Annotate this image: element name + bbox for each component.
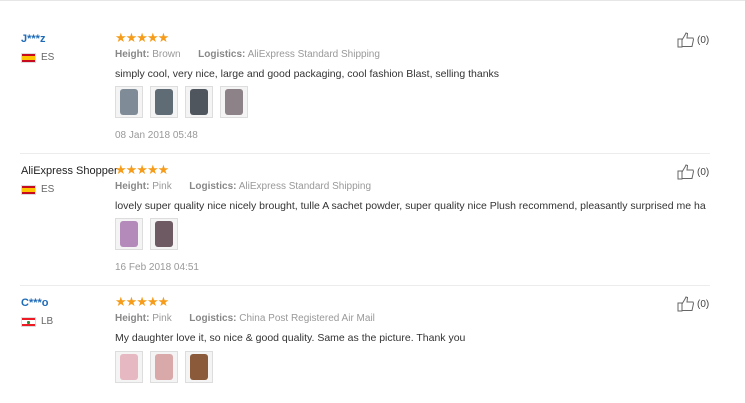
review-photo-thumbnail[interactable] <box>220 86 248 118</box>
star-rating: ★★★★★ <box>115 162 169 177</box>
reviewer-name: AliExpress Shopper <box>21 165 118 177</box>
logistics-value: China Post Registered Air Mail <box>239 313 375 324</box>
reviewer-country: ES <box>21 184 54 195</box>
dress-photo-icon <box>120 221 138 247</box>
height-value: Brown <box>152 49 181 60</box>
review-photo-thumbnail[interactable] <box>150 351 178 383</box>
review-text: lovely super quality nice nicely brought… <box>115 200 706 212</box>
country-code: ES <box>41 184 55 195</box>
thumbs-up-icon <box>677 164 695 180</box>
thumbs-up-icon <box>677 296 695 312</box>
star-rating: ★★★★★ <box>115 30 169 45</box>
helpful-count: (0) <box>697 298 710 310</box>
helpful-count: (0) <box>697 166 710 178</box>
reviewer-country: LB <box>21 316 53 327</box>
spain-flag-icon <box>21 52 36 63</box>
order-attributes: Height: Brown Logistics: AliExpress Stan… <box>115 49 380 60</box>
logistics-value: AliExpress Standard Shipping <box>247 49 380 60</box>
review-photos <box>115 351 213 383</box>
review-photo-thumbnail[interactable] <box>185 351 213 383</box>
thumbs-up-icon <box>677 32 695 48</box>
height-label: Height: <box>115 181 150 192</box>
height-label: Height: <box>115 313 150 324</box>
helpful-button[interactable]: (0) <box>677 32 709 48</box>
helpful-count: (0) <box>697 34 710 46</box>
height-value: Pink <box>152 313 172 324</box>
helpful-button[interactable]: (0) <box>677 164 709 180</box>
order-attributes: Height: Pink Logistics: AliExpress Stand… <box>115 181 371 192</box>
height-label: Height: <box>115 49 150 60</box>
dress-photo-icon <box>190 354 208 380</box>
review-text: simply cool, very nice, large and good p… <box>115 68 500 80</box>
dress-photo-icon <box>155 221 173 247</box>
dress-photo-icon <box>190 89 208 115</box>
review-divider <box>20 153 710 154</box>
reviewer-name[interactable]: J***z <box>21 33 45 45</box>
review-photo-thumbnail[interactable] <box>185 86 213 118</box>
review-photos <box>115 86 248 118</box>
reviewer-name[interactable]: C***o <box>21 297 49 309</box>
review-photo-thumbnail[interactable] <box>115 351 143 383</box>
dress-photo-icon <box>120 354 138 380</box>
helpful-button[interactable]: (0) <box>677 296 709 312</box>
height-value: Pink <box>152 181 172 192</box>
order-attributes: Height: Pink Logistics: China Post Regis… <box>115 313 375 324</box>
logistics-label: Logistics: <box>189 313 237 324</box>
review-text: My daughter love it, so nice & good qual… <box>115 332 466 344</box>
review-date: 08 Jan 2018 05:48 <box>115 130 198 141</box>
logistics-value: AliExpress Standard Shipping <box>238 181 372 192</box>
dress-photo-icon <box>155 89 173 115</box>
country-code: ES <box>41 52 55 63</box>
country-code: LB <box>41 316 54 327</box>
review-date: 16 Feb 2018 04:51 <box>115 262 199 273</box>
dress-photo-icon <box>120 89 138 115</box>
review-photo-thumbnail[interactable] <box>115 218 143 250</box>
logistics-label: Logistics: <box>198 49 246 60</box>
review-photo-thumbnail[interactable] <box>115 86 143 118</box>
review-photo-thumbnail[interactable] <box>150 218 178 250</box>
dress-photo-icon <box>155 354 173 380</box>
spain-flag-icon <box>21 184 36 195</box>
star-rating: ★★★★★ <box>115 294 169 309</box>
review-photo-thumbnail[interactable] <box>150 86 178 118</box>
review-divider <box>20 285 710 286</box>
reviewer-country: ES <box>21 52 54 63</box>
lebanon-flag-icon <box>21 316 36 327</box>
dress-photo-icon <box>225 89 243 115</box>
logistics-label: Logistics: <box>189 181 237 192</box>
top-divider <box>0 0 745 1</box>
review-photos <box>115 218 178 250</box>
